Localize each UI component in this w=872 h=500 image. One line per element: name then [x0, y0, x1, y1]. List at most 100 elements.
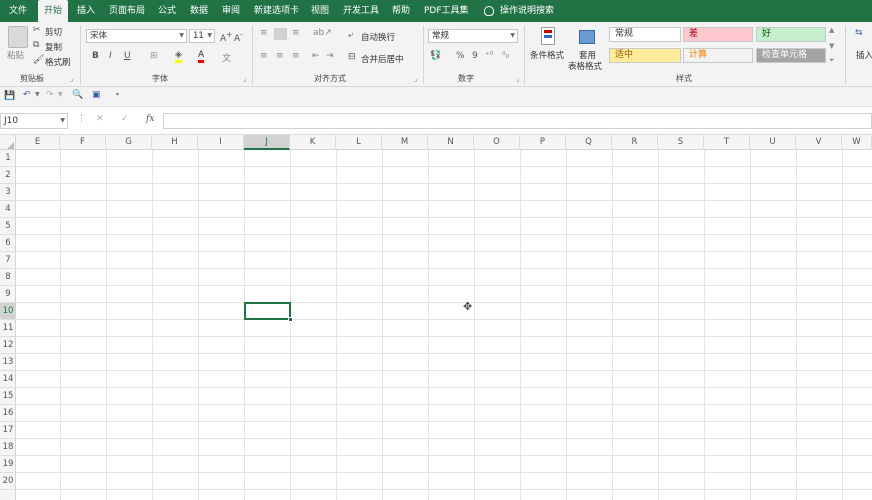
row-header[interactable]: 1 — [0, 150, 16, 167]
style-normal[interactable]: 常规 — [609, 27, 681, 42]
styles-scroll-up-icon[interactable]: ▲ — [829, 26, 834, 34]
tell-me-search[interactable]: 操作说明搜索 — [484, 0, 554, 22]
decrease-decimal-icon[interactable]: ⁰₀ — [502, 51, 509, 61]
column-header[interactable]: E — [16, 135, 60, 150]
decrease-font-icon[interactable]: A- — [234, 30, 243, 44]
cut-button[interactable]: 剪切 — [45, 26, 62, 38]
tab-insert[interactable]: 插入 — [77, 0, 95, 22]
comma-style-icon[interactable]: 9 — [472, 51, 478, 61]
tab-file[interactable]: 文件 — [9, 0, 27, 22]
row-header[interactable]: 8 — [0, 269, 16, 286]
align-top-icon[interactable]: ≡ — [260, 28, 268, 38]
cancel-icon[interactable]: ✕ — [96, 114, 104, 124]
row-header[interactable]: 16 — [0, 405, 16, 422]
name-box[interactable]: J10 ▼ — [0, 113, 68, 129]
row-header[interactable]: 18 — [0, 439, 16, 456]
row-header[interactable]: 9 — [0, 286, 16, 303]
column-header[interactable]: R — [612, 135, 658, 150]
merge-center-button[interactable]: 合并后居中 — [361, 53, 404, 65]
column-header[interactable]: F — [60, 135, 106, 150]
align-center-icon[interactable]: ≡ — [276, 51, 284, 61]
style-bad[interactable]: 差 — [683, 27, 753, 42]
bold-button[interactable]: B — [92, 51, 99, 61]
row-header[interactable]: 6 — [0, 235, 16, 252]
font-launcher-icon[interactable]: ⌟ — [243, 75, 246, 83]
tab-view[interactable]: 视图 — [311, 0, 329, 22]
font-color-icon[interactable]: A — [198, 50, 205, 63]
screenshot-icon[interactable]: ▣ — [92, 90, 101, 100]
row-header[interactable]: 12 — [0, 337, 16, 354]
column-header[interactable]: U — [750, 135, 796, 150]
formula-input[interactable] — [163, 113, 872, 129]
column-header[interactable]: M — [382, 135, 428, 150]
column-header[interactable]: L — [336, 135, 382, 150]
styles-scroll-down-icon[interactable]: ▼ — [829, 42, 834, 50]
tab-new-tab[interactable]: 新建选项卡 — [254, 0, 299, 22]
active-cell[interactable] — [244, 302, 291, 320]
tab-review[interactable]: 审阅 — [222, 0, 240, 22]
redo-dropdown-icon[interactable]: ▼ — [58, 91, 63, 98]
fill-handle[interactable] — [288, 317, 293, 322]
align-bottom-icon[interactable]: ≡ — [292, 28, 300, 38]
table-format-label-2[interactable]: 表格格式 — [568, 60, 602, 72]
column-header[interactable]: P — [520, 135, 566, 150]
font-name-combo[interactable]: 宋体 ▼ — [86, 29, 187, 43]
row-header[interactable]: 11 — [0, 320, 16, 337]
insert-cells-button[interactable]: 插入 — [856, 49, 872, 61]
column-header[interactable]: V — [796, 135, 842, 150]
styles-more-icon[interactable]: ⏷ — [829, 56, 835, 65]
column-header-selected[interactable]: J — [244, 135, 290, 150]
column-header[interactable]: S — [658, 135, 704, 150]
column-header[interactable]: H — [152, 135, 198, 150]
align-right-icon[interactable]: ≡ — [292, 51, 300, 61]
accounting-format-icon[interactable]: 💱 — [430, 51, 441, 61]
row-header[interactable]: 3 — [0, 184, 16, 201]
increase-indent-icon[interactable]: ⇥ — [326, 51, 334, 61]
align-middle-icon[interactable] — [274, 28, 287, 40]
column-header[interactable]: T — [704, 135, 750, 150]
print-preview-icon[interactable]: 🔍 — [72, 90, 83, 100]
phonetic-icon[interactable]: 文 — [222, 51, 231, 64]
tab-home[interactable]: 开始 — [38, 0, 69, 22]
column-header[interactable]: K — [290, 135, 336, 150]
increase-font-icon[interactable]: A+ — [220, 30, 232, 44]
align-left-icon[interactable]: ≡ — [260, 51, 268, 61]
underline-button[interactable]: U — [124, 51, 131, 61]
number-launcher-icon[interactable]: ⌟ — [516, 75, 519, 83]
style-neutral[interactable]: 适中 — [609, 48, 681, 63]
row-header[interactable]: 14 — [0, 371, 16, 388]
column-header[interactable]: I — [198, 135, 244, 150]
row-header[interactable]: 19 — [0, 456, 16, 473]
copy-button[interactable]: 复制 — [45, 41, 62, 53]
row-header[interactable]: 7 — [0, 252, 16, 269]
row-header[interactable]: 17 — [0, 422, 16, 439]
row-header[interactable]: 13 — [0, 354, 16, 371]
row-header[interactable]: 15 — [0, 388, 16, 405]
enter-icon[interactable]: ✓ — [121, 114, 129, 124]
clipboard-launcher-icon[interactable]: ⌟ — [70, 75, 73, 83]
column-header[interactable]: G — [106, 135, 152, 150]
orientation-icon[interactable]: ab↗ — [313, 28, 332, 38]
tab-help[interactable]: 帮助 — [392, 0, 410, 22]
insert-function-button[interactable]: fx — [146, 114, 154, 124]
row-header[interactable]: 2 — [0, 167, 16, 184]
borders-icon[interactable]: ⊞ — [150, 51, 158, 61]
redo-icon[interactable]: ↷ — [46, 90, 54, 100]
decrease-indent-icon[interactable]: ⇤ — [312, 51, 320, 61]
column-header[interactable]: O — [474, 135, 520, 150]
style-check-cell[interactable]: 检查单元格 — [756, 48, 826, 63]
undo-icon[interactable]: ↶ — [23, 90, 31, 100]
row-header[interactable]: 4 — [0, 201, 16, 218]
save-icon[interactable]: 💾 — [4, 91, 15, 101]
number-format-combo[interactable]: 常规 ▼ — [428, 29, 518, 43]
style-good[interactable]: 好 — [756, 27, 826, 42]
column-header[interactable]: W — [842, 135, 872, 150]
tab-formulas[interactable]: 公式 — [158, 0, 176, 22]
paste-button[interactable]: 粘贴 — [7, 49, 24, 61]
fill-color-icon[interactable]: ◈ — [175, 50, 182, 63]
conditional-format-button[interactable]: 条件格式 — [530, 49, 564, 61]
tab-pdf-tools[interactable]: PDF工具集 — [424, 0, 469, 22]
row-header[interactable]: 20 — [0, 473, 16, 490]
row-header-selected[interactable]: 10 — [0, 303, 16, 320]
column-header[interactable]: Q — [566, 135, 612, 150]
